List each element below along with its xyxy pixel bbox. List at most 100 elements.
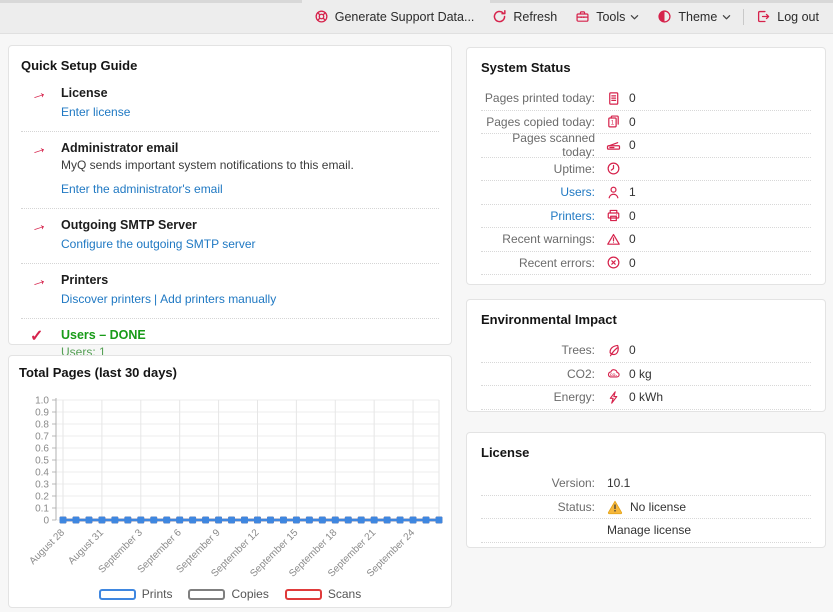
legend-label: Copies xyxy=(231,587,268,601)
row-value: 0 kWh xyxy=(629,390,663,404)
configure-smtp-link[interactable]: Configure the outgoing SMTP server xyxy=(61,237,256,251)
legend-item-scans[interactable]: Scans xyxy=(285,587,361,601)
row-label: Energy: xyxy=(481,390,595,404)
warning-triangle-icon xyxy=(606,231,622,247)
row-value: 0 xyxy=(629,209,636,223)
legend-label: Scans xyxy=(328,587,361,601)
theme-menu-button[interactable]: Theme xyxy=(648,0,740,33)
theme-contrast-icon xyxy=(657,9,672,24)
prints-swatch xyxy=(99,589,136,600)
refresh-button[interactable]: Refresh xyxy=(483,0,566,33)
svg-text:August 28: August 28 xyxy=(27,527,67,567)
table-row: Users: 1 xyxy=(481,181,811,205)
enter-admin-email-link[interactable]: Enter the administrator's email xyxy=(61,182,223,196)
generate-support-data-button[interactable]: Generate Support Data... xyxy=(305,0,484,33)
svg-text:0.2: 0.2 xyxy=(35,492,49,503)
license-card: License Version: 10.1 Status: No license xyxy=(466,432,826,548)
link-separator: | xyxy=(154,292,157,306)
table-row: Recent warnings: 0 xyxy=(481,228,811,252)
logout-label: Log out xyxy=(777,10,819,24)
row-value: 0 xyxy=(629,232,636,246)
logout-button[interactable]: Log out xyxy=(747,0,828,33)
row-label: Uptime: xyxy=(481,162,595,176)
enter-license-link[interactable]: Enter license xyxy=(61,105,130,119)
setup-item-title: Printers xyxy=(61,273,276,287)
row-label: Status: xyxy=(481,500,595,514)
row-label: Version: xyxy=(481,476,595,490)
svg-text:0.7: 0.7 xyxy=(35,432,49,443)
lightning-icon xyxy=(606,389,622,405)
row-value: 0 xyxy=(629,91,636,105)
row-value: 1 xyxy=(629,185,636,199)
total-pages-card: Total Pages (last 30 days) 00.10.20.30.4… xyxy=(8,355,452,608)
quick-setup-list: → License Enter license → Administrator … xyxy=(21,77,439,392)
svg-text:0.5: 0.5 xyxy=(35,456,49,467)
row-value: 0 kg xyxy=(629,367,652,381)
environmental-rows: Trees: 0 CO2: CO₂ 0 kg xyxy=(481,339,811,410)
legend-item-copies[interactable]: Copies xyxy=(188,587,268,601)
setup-item-title: Administrator email xyxy=(61,141,354,155)
quick-setup-guide-title: Quick Setup Guide xyxy=(21,58,439,73)
copied-pages-icon: 1 xyxy=(606,114,622,130)
svg-text:0.6: 0.6 xyxy=(35,444,49,455)
table-row: Energy: 0 kWh xyxy=(481,386,811,410)
svg-text:0.1: 0.1 xyxy=(35,504,49,515)
svg-text:0: 0 xyxy=(43,516,49,527)
row-label: CO2: xyxy=(481,367,595,381)
refresh-label: Refresh xyxy=(513,10,557,24)
scans-swatch xyxy=(285,589,322,600)
add-printers-manually-link[interactable]: Add printers manually xyxy=(160,292,276,306)
environmental-impact-title: Environmental Impact xyxy=(481,312,811,327)
discover-printers-link[interactable]: Discover printers xyxy=(61,292,151,306)
tools-menu-button[interactable]: Tools xyxy=(566,0,648,33)
table-row: Pages scanned today: 0 xyxy=(481,134,811,158)
legend-item-prints[interactable]: Prints xyxy=(99,587,173,601)
printers-link[interactable]: Printers: xyxy=(481,209,595,223)
environmental-impact-card: Environmental Impact Trees: 0 CO2: CO xyxy=(466,299,826,412)
table-row: Printers: 0 xyxy=(481,205,811,229)
row-label: Recent warnings: xyxy=(481,232,595,246)
svg-text:0.4: 0.4 xyxy=(35,468,49,479)
printed-page-icon xyxy=(606,90,622,106)
table-row: CO2: CO₂ 0 kg xyxy=(481,363,811,387)
legend-label: Prints xyxy=(142,587,173,601)
clock-icon xyxy=(606,161,622,177)
row-label: Pages printed today: xyxy=(481,91,595,105)
setup-item-title: License xyxy=(61,86,130,100)
user-icon xyxy=(606,184,622,200)
logout-icon xyxy=(756,9,771,24)
table-row: Recent errors: 0 xyxy=(481,252,811,276)
scanner-icon xyxy=(606,137,622,153)
arrow-right-icon: → xyxy=(23,218,61,253)
users-link[interactable]: Users: xyxy=(481,185,595,199)
license-rows: Version: 10.1 Status: No license Manage … xyxy=(481,472,811,543)
error-circle-icon xyxy=(606,255,622,271)
svg-text:CO₂: CO₂ xyxy=(610,373,618,377)
table-row: Version: 10.1 xyxy=(481,472,811,496)
table-row: Status: No license xyxy=(481,496,811,520)
arrow-right-icon: → xyxy=(23,141,61,198)
table-row: Uptime: xyxy=(481,158,811,182)
license-status-value: No license xyxy=(630,500,686,514)
quick-setup-guide-card: Quick Setup Guide → License Enter licens… xyxy=(8,45,452,345)
life-ring-icon xyxy=(314,9,329,24)
chevron-down-icon xyxy=(630,13,639,21)
printer-icon xyxy=(606,208,622,224)
table-row: Pages printed today: 0 xyxy=(481,87,811,111)
license-title: License xyxy=(481,445,811,460)
svg-text:0.9: 0.9 xyxy=(35,408,49,419)
system-status-title: System Status xyxy=(481,60,811,75)
svg-text:August 31: August 31 xyxy=(66,527,106,567)
license-version-value: 10.1 xyxy=(607,476,630,490)
list-item: → Outgoing SMTP Server Configure the out… xyxy=(21,209,439,264)
co2-cloud-icon: CO₂ xyxy=(606,366,622,382)
row-value: 0 xyxy=(629,115,636,129)
table-row: Trees: 0 xyxy=(481,339,811,363)
manage-license-link[interactable]: Manage license xyxy=(607,523,691,537)
top-edge-strip-left xyxy=(0,0,302,3)
table-row: Manage license xyxy=(481,519,811,543)
dashboard: Quick Setup Guide → License Enter licens… xyxy=(0,34,833,612)
setup-item-title: Outgoing SMTP Server xyxy=(61,218,256,232)
total-pages-chart: 00.10.20.30.40.50.60.70.80.91.0August 28… xyxy=(19,388,443,586)
chart-legend: Prints Copies Scans xyxy=(9,587,451,601)
